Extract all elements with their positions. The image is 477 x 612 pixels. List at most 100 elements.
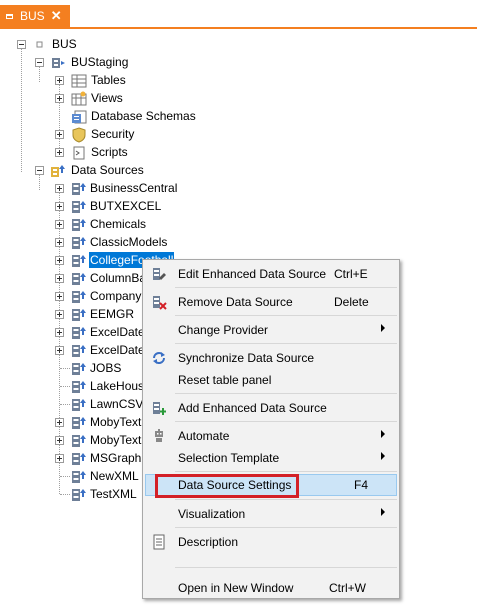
data-source-icon xyxy=(71,433,87,449)
tab-bus[interactable]: BUS ✕ xyxy=(0,5,70,27)
tree-item-data-sources[interactable]: Data Sources xyxy=(70,162,145,178)
tree-item-data-source[interactable]: BusinessCentral xyxy=(89,180,178,196)
tree-item-data-source[interactable]: Chemicals xyxy=(89,216,147,232)
expand-toggle[interactable] xyxy=(55,94,64,103)
description-icon xyxy=(151,534,167,550)
data-source-icon xyxy=(71,487,87,503)
data-sources-icon xyxy=(50,163,66,179)
menu-separator xyxy=(175,567,397,568)
menu-item-reset-table-panel[interactable]: Reset table panel xyxy=(145,369,397,391)
data-source-icon xyxy=(71,181,87,197)
tree-item-data-source[interactable]: NewXML xyxy=(89,468,140,484)
database-schemas-icon xyxy=(71,109,87,125)
edit-datasource-icon xyxy=(151,266,167,282)
expand-toggle[interactable] xyxy=(55,184,64,193)
expand-toggle[interactable] xyxy=(55,310,64,319)
expand-toggle[interactable] xyxy=(55,220,64,229)
expand-toggle[interactable] xyxy=(55,76,64,85)
menu-separator xyxy=(175,393,397,394)
expand-toggle[interactable] xyxy=(55,418,64,427)
expand-toggle[interactable] xyxy=(55,328,64,337)
data-source-icon xyxy=(71,343,87,359)
tree-item-data-source[interactable]: JOBS xyxy=(89,360,122,376)
tree-line xyxy=(60,386,70,387)
tree-line xyxy=(60,476,70,477)
menu-separator xyxy=(175,315,397,316)
menu-separator xyxy=(175,343,397,344)
menu-separator xyxy=(175,527,397,528)
tree-line xyxy=(59,80,60,152)
data-source-icon xyxy=(71,199,87,215)
menu-item-selection-template[interactable]: Selection Template xyxy=(145,447,397,469)
expand-toggle[interactable] xyxy=(55,202,64,211)
tables-icon xyxy=(71,73,87,89)
data-source-icon xyxy=(71,361,87,377)
expand-toggle[interactable] xyxy=(55,148,64,157)
tree-item-data-source[interactable]: LawnCSV xyxy=(89,396,144,412)
tree-line xyxy=(60,404,70,405)
data-source-icon xyxy=(71,235,87,251)
data-source-icon xyxy=(71,307,87,323)
tree-line xyxy=(21,44,22,172)
collapse-toggle[interactable] xyxy=(35,58,44,67)
tree-item-views[interactable]: Views xyxy=(90,90,124,106)
tree-item-scripts[interactable]: Scripts xyxy=(90,144,129,160)
menu-item-edit-enhanced-data-source[interactable]: Edit Enhanced Data Source Ctrl+E xyxy=(145,263,397,285)
menu-item-remove-data-source[interactable]: Remove Data Source Delete xyxy=(145,291,397,313)
add-datasource-icon xyxy=(151,400,167,416)
submenu-arrow-icon xyxy=(381,324,385,332)
expand-toggle[interactable] xyxy=(55,436,64,445)
menu-item-synchronize-data-source[interactable]: Synchronize Data Source xyxy=(145,347,397,369)
menu-item-change-provider[interactable]: Change Provider xyxy=(145,319,397,341)
scripts-icon xyxy=(71,145,87,161)
expand-toggle[interactable] xyxy=(55,130,64,139)
menu-separator xyxy=(175,421,397,422)
data-source-icon xyxy=(71,469,87,485)
tree-item-data-source[interactable]: EEMGR xyxy=(89,306,135,322)
tree-item-data-source[interactable]: BUTXEXCEL xyxy=(89,198,162,214)
tree-item-data-source[interactable]: MobyText xyxy=(89,414,142,430)
expand-toggle[interactable] xyxy=(55,238,64,247)
menu-separator xyxy=(175,499,397,500)
tree-item-tables[interactable]: Tables xyxy=(90,72,127,88)
expand-toggle[interactable] xyxy=(55,346,64,355)
expand-toggle[interactable] xyxy=(55,454,64,463)
data-source-icon xyxy=(71,325,87,341)
data-source-icon xyxy=(71,397,87,413)
collapse-toggle[interactable] xyxy=(17,40,26,49)
submenu-arrow-icon xyxy=(381,508,385,516)
data-source-icon xyxy=(71,379,87,395)
window-icon xyxy=(6,13,13,19)
tree-line xyxy=(60,494,70,495)
data-source-icon xyxy=(71,271,87,287)
robot-icon xyxy=(151,428,167,444)
remove-datasource-icon xyxy=(151,294,167,310)
tree-item-bustaging[interactable]: BUStaging xyxy=(70,54,129,70)
tree-line xyxy=(60,368,70,369)
tree-item-data-source[interactable]: TestXML xyxy=(89,486,138,502)
menu-item-automate[interactable]: Automate xyxy=(145,425,397,447)
tree-item-security[interactable]: Security xyxy=(90,126,135,142)
menu-item-description[interactable]: Description xyxy=(145,531,397,553)
tab-underline xyxy=(0,27,477,29)
menu-item-open-in-new-window[interactable]: Open in New Window Ctrl+W xyxy=(145,577,397,599)
menu-item-data-source-settings[interactable]: Data Source Settings F4 xyxy=(145,474,397,496)
tree-item-data-source[interactable]: ClassicModels xyxy=(89,234,168,250)
expand-toggle[interactable] xyxy=(55,274,64,283)
tree-item-database-schemas[interactable]: Database Schemas xyxy=(90,108,197,124)
menu-item-add-enhanced-data-source[interactable]: Add Enhanced Data Source xyxy=(145,397,397,419)
expand-toggle[interactable] xyxy=(55,292,64,301)
tab-label: BUS xyxy=(20,9,45,23)
data-source-icon xyxy=(71,451,87,467)
close-tab-icon[interactable]: ✕ xyxy=(51,8,62,24)
menu-item-visualization[interactable]: Visualization xyxy=(145,503,397,525)
collapse-toggle[interactable] xyxy=(35,166,44,175)
security-shield-icon xyxy=(71,127,87,143)
menu-separator xyxy=(175,471,397,472)
tree-root-label[interactable]: BUS xyxy=(51,36,78,52)
views-icon xyxy=(71,91,87,107)
tree-item-data-source[interactable]: MSGraph xyxy=(89,450,142,466)
expand-toggle[interactable] xyxy=(55,256,64,265)
data-source-icon xyxy=(71,253,87,269)
tab-strip: BUS ✕ xyxy=(0,0,477,34)
